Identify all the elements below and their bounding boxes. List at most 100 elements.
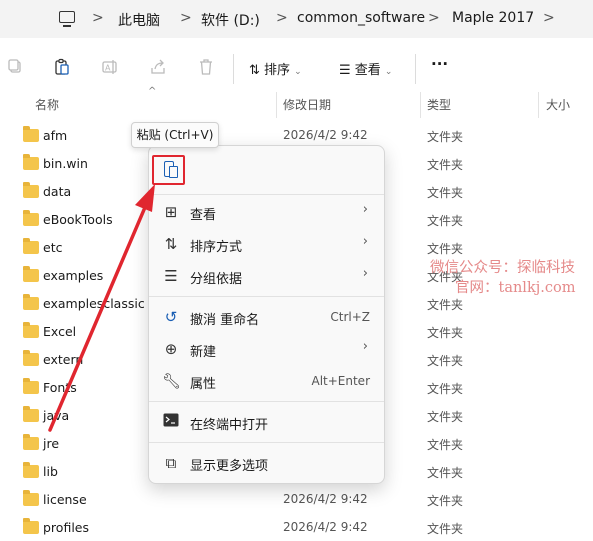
file-type: 文件夹: [427, 410, 464, 424]
view-button[interactable]: ☰ 查看 ⌄: [339, 59, 392, 78]
file-name: data: [43, 184, 72, 199]
file-name: eBookTools: [43, 212, 113, 227]
file-name: etc: [43, 240, 63, 255]
file-type: 文件夹: [427, 466, 464, 480]
more-button[interactable]: ···: [431, 55, 448, 73]
paste-button[interactable]: [152, 155, 185, 185]
file-name: bin.win: [43, 156, 88, 171]
paste-icon[interactable]: [53, 58, 71, 76]
menu-item-open-terminal[interactable]: 在终端中打开: [149, 408, 384, 436]
file-name: profiles: [43, 520, 89, 535]
menu-item-properties[interactable]: 🔧︎ 属性 Alt+Enter: [149, 367, 384, 395]
chevron-down-icon: ⌄: [384, 67, 393, 77]
file-row[interactable]: license 2026/4/2 9:42 文件夹: [0, 486, 593, 514]
menu-divider: [149, 194, 384, 195]
breadcrumb-common-software[interactable]: common_software: [297, 10, 425, 26]
delete-icon[interactable]: [197, 58, 215, 76]
breadcrumb-separator: >: [180, 10, 192, 26]
file-type: 文件夹: [427, 382, 464, 396]
menu-item-label: 显示更多选项: [190, 459, 269, 474]
copy-icon[interactable]: [6, 58, 24, 76]
folder-icon: [23, 182, 39, 198]
folder-icon: [23, 406, 39, 422]
file-name: license: [43, 492, 87, 507]
menu-item-shortcut: Ctrl+Z: [330, 310, 370, 324]
menu-item-sort-by[interactable]: ⇅ 排序方式 ›: [149, 230, 384, 258]
svg-text:A: A: [105, 64, 111, 73]
file-date: 2026/4/2 9:42: [283, 492, 368, 506]
rename-icon[interactable]: A: [101, 58, 119, 76]
folder-icon: [23, 518, 39, 534]
menu-item-new[interactable]: ⊕ 新建 ›: [149, 335, 384, 363]
menu-item-shortcut: Alt+Enter: [311, 374, 370, 388]
menu-item-label: 新建: [190, 345, 217, 360]
folder-icon: [23, 462, 39, 478]
paste-tooltip: 粘贴 (Ctrl+V): [131, 122, 219, 148]
file-name: jre: [43, 436, 60, 451]
breadcrumb-separator: >: [92, 10, 104, 26]
breadcrumb-maple-2017[interactable]: Maple 2017: [452, 10, 534, 26]
file-name: java: [43, 408, 70, 423]
file-type: 文件夹: [427, 298, 464, 312]
watermark-website: 官网：tanlkj.com: [455, 280, 576, 296]
file-name: Excel: [43, 324, 77, 339]
undo-icon: ↺: [164, 308, 178, 326]
file-name: Fonts: [43, 380, 77, 395]
breadcrumb-this-pc[interactable]: 此电脑: [118, 10, 160, 30]
column-divider[interactable]: [420, 92, 421, 118]
file-type: 文件夹: [427, 242, 464, 256]
address-bar[interactable]: > 此电脑 > 软件 (D:) > common_software > Mapl…: [0, 0, 593, 38]
context-menu: ⊞ 查看 › ⇅ 排序方式 › ☰ 分组依据 › ↺ 撤消 重命名 Ctrl+Z…: [148, 145, 385, 484]
file-date: 2026/4/2 9:42: [283, 128, 368, 142]
folder-icon: [23, 350, 39, 366]
file-type: 文件夹: [427, 494, 464, 508]
file-name: afm: [43, 128, 68, 143]
sort-icon: ⇅: [164, 235, 178, 253]
column-header-type[interactable]: 类型: [427, 96, 451, 116]
file-name: examples: [43, 268, 104, 283]
menu-item-label: 属性: [190, 377, 217, 392]
breadcrumb-separator: >: [276, 10, 288, 26]
file-name: extern: [43, 352, 84, 367]
column-header-date[interactable]: 修改日期: [283, 96, 331, 116]
folder-icon: [23, 490, 39, 506]
column-divider[interactable]: [538, 92, 539, 118]
column-divider[interactable]: [276, 92, 277, 118]
more-options-icon: ⧉: [165, 454, 177, 472]
menu-item-show-more-options[interactable]: ⧉ 显示更多选项: [149, 449, 384, 477]
chevron-right-icon: ›: [362, 202, 368, 217]
sort-label: 排序: [264, 63, 291, 78]
folder-icon: [23, 126, 39, 142]
file-type: 文件夹: [427, 522, 464, 536]
file-type: 文件夹: [427, 214, 464, 228]
view-label: 查看: [354, 63, 381, 78]
column-header-size[interactable]: 大小: [546, 96, 570, 116]
list-view-icon: ☰: [339, 63, 351, 78]
menu-item-undo-rename[interactable]: ↺ 撤消 重命名 Ctrl+Z: [149, 303, 384, 331]
chevron-down-icon: ⌄: [294, 67, 302, 77]
new-icon: ⊕: [164, 340, 178, 358]
breadcrumb-drive-d[interactable]: 软件 (D:): [201, 10, 260, 30]
column-header-name[interactable]: 名称: [35, 96, 59, 116]
group-icon: ☰: [164, 267, 178, 285]
toolbar-divider: [415, 54, 416, 84]
share-icon[interactable]: [149, 58, 167, 76]
folder-icon: [23, 210, 39, 226]
menu-item-label: 在终端中打开: [190, 418, 269, 433]
file-type: 文件夹: [427, 186, 464, 200]
sort-button[interactable]: ⇅ 排序 ⌄: [249, 59, 302, 78]
file-row[interactable]: profiles 2026/4/2 9:42 文件夹: [0, 514, 593, 541]
chevron-right-icon: ›: [362, 266, 368, 281]
menu-item-label: 排序方式: [190, 240, 243, 255]
folder-icon: [23, 266, 39, 282]
chevron-right-icon: ›: [362, 234, 368, 249]
menu-item-label: 分组依据: [190, 272, 243, 287]
sort-icon: ⇅: [249, 63, 260, 78]
menu-item-view[interactable]: ⊞ 查看 ›: [149, 198, 384, 226]
folder-icon: [23, 322, 39, 338]
menu-divider: [149, 442, 384, 443]
menu-item-group-by[interactable]: ☰ 分组依据 ›: [149, 262, 384, 290]
file-type: 文件夹: [427, 326, 464, 340]
file-name: lib: [43, 464, 58, 479]
chevron-right-icon: ›: [362, 339, 368, 354]
